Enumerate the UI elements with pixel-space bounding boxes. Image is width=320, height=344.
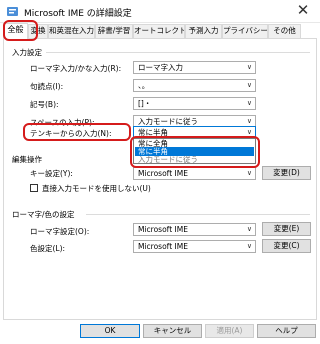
romaji-kana-select[interactable]: ローマ字入力 ∨ (133, 61, 256, 74)
punctuation-select[interactable]: 、。 ∨ (133, 79, 256, 92)
keyset-label: キー設定(Y): (30, 169, 73, 178)
annotation-tenkey-label (23, 123, 131, 141)
symbol-select[interactable]: []・ ∨ (133, 97, 256, 110)
annotation-dropdown (130, 136, 260, 168)
group-title-edit-ops: 編集操作 (12, 155, 42, 164)
color-change-button[interactable]: 変更(C) (262, 239, 311, 253)
romaji-kana-label: ローマ字入力/かな入力(R): (30, 64, 122, 73)
window-title: Microsoft IME の詳細設定 (24, 9, 132, 19)
chevron-down-icon: ∨ (246, 242, 252, 250)
romaji-change-button[interactable]: 変更(E) (262, 222, 311, 236)
chevron-down-icon: ∨ (246, 225, 252, 233)
close-icon: ✕ (296, 1, 310, 19)
group-divider (86, 214, 310, 215)
ime-app-icon (7, 7, 18, 16)
symbol-label: 記号(B): (30, 100, 59, 109)
direct-input-checkbox[interactable] (30, 184, 38, 192)
close-button[interactable]: ✕ (290, 2, 316, 20)
group-title-romaji-color: ローマ字/色の設定 (12, 210, 75, 219)
chevron-down-icon: ∨ (246, 99, 252, 107)
direct-input-checkbox-label: 直接入力モードを使用しない(U) (42, 184, 151, 193)
annotation-general-tab (3, 20, 38, 41)
chevron-down-icon: ∨ (246, 169, 252, 177)
apply-button[interactable]: 適用(A) (205, 324, 254, 338)
chevron-down-icon: ∨ (246, 63, 252, 71)
title-bar: Microsoft IME の詳細設定 ✕ (0, 0, 320, 23)
keyset-change-button[interactable]: 変更(D) (262, 166, 311, 180)
tab-autocorrect[interactable]: オートコレクト (133, 24, 185, 38)
group-divider (46, 52, 310, 53)
color-setting-select[interactable]: Microsoft IME ∨ (133, 240, 256, 253)
punctuation-label: 句読点(I): (30, 82, 64, 91)
tab-mixed-input[interactable]: 和英混在入力 (48, 24, 95, 38)
romaji-setting-label: ローマ字設定(O): (30, 227, 90, 236)
tab-dictionary[interactable]: 辞書/学習 (95, 24, 133, 38)
ok-button[interactable]: OK (80, 324, 140, 338)
tab-prediction[interactable]: 予測入力 (185, 24, 222, 38)
tab-other[interactable]: その他 (268, 24, 301, 38)
tab-strip: 全般 変換 和英混在入力 辞書/学習 オートコレクト 予測入力 プライバシー そ… (3, 23, 317, 39)
chevron-down-icon: ∨ (246, 81, 252, 89)
tab-privacy[interactable]: プライバシー (222, 24, 268, 38)
help-button[interactable]: ヘルプ (257, 324, 316, 338)
color-setting-label: 色設定(L): (30, 244, 66, 253)
keyset-select[interactable]: Microsoft IME ∨ (133, 167, 256, 180)
romaji-setting-select[interactable]: Microsoft IME ∨ (133, 223, 256, 236)
cancel-button[interactable]: キャンセル (143, 324, 202, 338)
group-title-input-settings: 入力設定 (12, 48, 42, 57)
